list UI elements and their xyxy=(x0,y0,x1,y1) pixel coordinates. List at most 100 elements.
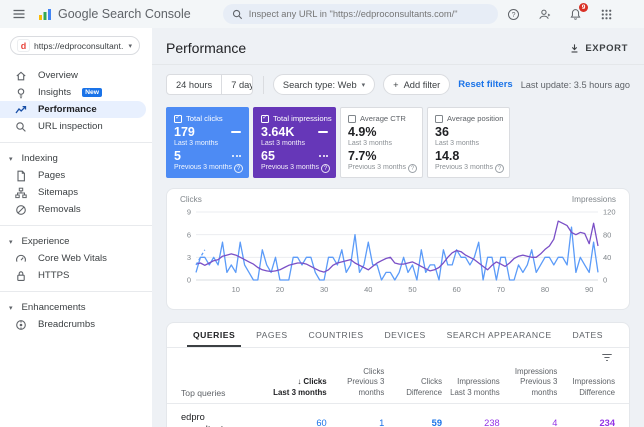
help-icon[interactable]: ? xyxy=(234,164,243,173)
card-prev-value: 7.7% xyxy=(348,149,377,163)
sidebar-item-label: Core Web Vitals xyxy=(38,253,107,264)
column-header-clicks-previous[interactable]: Clicks Previous 3 months xyxy=(327,367,384,398)
help-icon[interactable]: ? xyxy=(495,164,504,173)
chevron-down-icon: ▾ xyxy=(128,42,132,50)
column-header-impressions-last[interactable]: Impressions Last 3 months xyxy=(442,377,500,398)
sidebar-section-indexing[interactable]: ▾ Indexing xyxy=(0,150,152,167)
chevron-down-icon: ▾ xyxy=(9,155,13,163)
range-24-hours[interactable]: 24 hours xyxy=(167,75,221,94)
search-icon xyxy=(232,9,243,20)
filter-list-icon[interactable] xyxy=(601,352,613,363)
sidebar-item-overview[interactable]: Overview xyxy=(0,67,152,84)
property-selector[interactable]: d https://edproconsultant... ▾ xyxy=(10,36,140,55)
tab-queries[interactable]: QUERIES xyxy=(187,323,242,347)
card-total-clicks[interactable]: ✓ Total clicks 179 Last 3 months 5 Previo… xyxy=(166,107,249,178)
checkbox-unchecked-icon[interactable] xyxy=(348,114,356,123)
card-prev-value: 14.8 xyxy=(435,149,460,163)
url-inspect-searchbar[interactable] xyxy=(222,4,498,24)
help-icon[interactable]: ? xyxy=(321,164,330,173)
card-period: Last 3 months xyxy=(435,140,479,147)
sidebar-section-experience[interactable]: ▾ Experience xyxy=(0,233,152,250)
chevron-down-icon: ▾ xyxy=(9,304,13,312)
sidebar-divider xyxy=(0,225,152,226)
sidebar-item-label: Performance xyxy=(38,104,97,115)
svg-text:80: 80 xyxy=(603,230,611,239)
tab-search-appearance[interactable]: SEARCH APPEARANCE xyxy=(441,323,558,347)
google-apps-grid-icon[interactable] xyxy=(599,7,614,22)
filter-bar: 24 hours 7 days 28 days 3 months ✓Compar… xyxy=(152,65,644,95)
checkbox-checked-icon[interactable]: ✓ xyxy=(174,114,182,123)
checkbox-checked-icon[interactable]: ✓ xyxy=(261,114,269,123)
sidebar-item-url-inspection[interactable]: URL inspection xyxy=(0,118,152,135)
tab-dates[interactable]: DATES xyxy=(566,323,609,347)
sidebar-section-label: Indexing xyxy=(21,153,58,164)
account-switcher-icon[interactable] xyxy=(537,7,552,22)
table-row[interactable]: edpro consultants 60 1 59 238 4 234 xyxy=(167,404,629,427)
sidebar-item-performance[interactable]: Performance xyxy=(0,101,146,118)
card-average-position[interactable]: Average position 36 Last 3 months 14.8 P… xyxy=(427,107,510,178)
card-label: Total clicks xyxy=(186,114,223,123)
export-button[interactable]: EXPORT xyxy=(569,43,628,54)
range-7-days[interactable]: 7 days xyxy=(221,75,252,94)
column-header-clicks-last[interactable]: ↓ Clicks Last 3 months xyxy=(269,377,327,398)
checkbox-unchecked-icon[interactable] xyxy=(435,114,443,123)
help-icon[interactable]: ? xyxy=(408,164,417,173)
last-update-text: Last update: 3.5 hours ago xyxy=(520,79,630,90)
svg-text:9: 9 xyxy=(187,208,191,217)
breadcrumbs-icon xyxy=(15,319,27,331)
dimensions-table-panel: QUERIES PAGES COUNTRIES DEVICES SEARCH A… xyxy=(166,322,630,427)
card-total-impressions[interactable]: ✓ Total impressions 3.64K Last 3 months 6… xyxy=(253,107,336,178)
tab-devices[interactable]: DEVICES xyxy=(378,323,431,347)
removals-block-icon xyxy=(15,204,27,216)
svg-text:0: 0 xyxy=(603,276,607,285)
card-label: Average CTR xyxy=(360,114,406,123)
product-name: Google Search Console xyxy=(58,7,191,21)
svg-text:30: 30 xyxy=(320,285,328,294)
performance-line-chart: 0 0 3 40 6 80 9 120 10 20 30 40 50 60 70 80 90 xyxy=(187,208,616,294)
column-header-clicks-difference[interactable]: Clicks Difference xyxy=(384,377,442,398)
card-average-ctr[interactable]: Average CTR 4.9% Last 3 months 7.7% Prev… xyxy=(340,107,423,178)
hamburger-menu-icon[interactable] xyxy=(12,6,26,22)
performance-chart-panel: Clicks Impressions 0 0 3 40 6 80 9 120 10 20 30 40 5… xyxy=(166,188,630,310)
sidebar-item-label: Breadcrumbs xyxy=(38,319,96,330)
search-type-dropdown[interactable]: Search type: Web ▾ xyxy=(272,74,376,95)
sidebar-item-sitemaps[interactable]: Sitemaps xyxy=(0,184,152,201)
help-icon[interactable]: ? xyxy=(506,7,521,22)
sidebar-item-pages[interactable]: Pages xyxy=(0,167,152,184)
svg-text:0: 0 xyxy=(187,276,191,285)
export-label: EXPORT xyxy=(585,42,628,54)
dotted-line-indicator xyxy=(232,155,241,157)
sidebar-item-label: URL inspection xyxy=(38,121,103,132)
notifications-bell-icon[interactable]: 9 xyxy=(568,2,588,22)
sidebar-item-breadcrumbs[interactable]: Breadcrumbs xyxy=(0,316,152,333)
card-prev-period: Previous 3 months xyxy=(261,164,319,171)
plus-icon: + xyxy=(393,79,399,90)
sidebar-item-insights[interactable]: Insights New xyxy=(0,84,152,101)
column-header-impressions-difference[interactable]: Impressions Difference xyxy=(557,377,615,398)
sidebar-item-https[interactable]: HTTPS xyxy=(0,267,152,284)
search-type-label: Search type: Web xyxy=(282,79,357,90)
topbar-actions: ? 9 xyxy=(506,2,632,22)
sidebar-section-enhancements[interactable]: ▾ Enhancements xyxy=(0,299,152,316)
tab-pages[interactable]: PAGES xyxy=(250,323,293,347)
add-filter-button[interactable]: + Add filter xyxy=(383,74,451,95)
sidebar-item-removals[interactable]: Removals xyxy=(0,201,152,218)
sidebar-item-core-web-vitals[interactable]: Core Web Vitals xyxy=(0,250,152,267)
impressions-previous-cell: 4 xyxy=(552,418,558,427)
table-toolbar xyxy=(167,348,629,367)
sidebar-divider xyxy=(0,291,152,292)
sort-descending-icon: ↓ xyxy=(297,377,302,387)
tab-countries[interactable]: COUNTRIES xyxy=(302,323,369,347)
magnifier-icon xyxy=(15,121,27,133)
card-period: Last 3 months xyxy=(261,140,305,147)
clicks-previous-cell: 1 xyxy=(379,418,385,427)
reset-filters-link[interactable]: Reset filters xyxy=(458,79,512,90)
column-header-impressions-previous[interactable]: Impressions Previous 3 months xyxy=(500,367,558,398)
card-prev-period: Previous 3 months xyxy=(174,164,232,171)
search-console-logo[interactable]: Google Search Console xyxy=(38,7,191,21)
column-header-top-queries[interactable]: Top queries xyxy=(181,388,269,398)
date-range-segmented-control: 24 hours 7 days 28 days 3 months ✓Compar… xyxy=(166,74,253,95)
svg-text:90: 90 xyxy=(585,285,593,294)
svg-text:40: 40 xyxy=(603,253,611,262)
url-inspect-input[interactable] xyxy=(248,9,489,19)
